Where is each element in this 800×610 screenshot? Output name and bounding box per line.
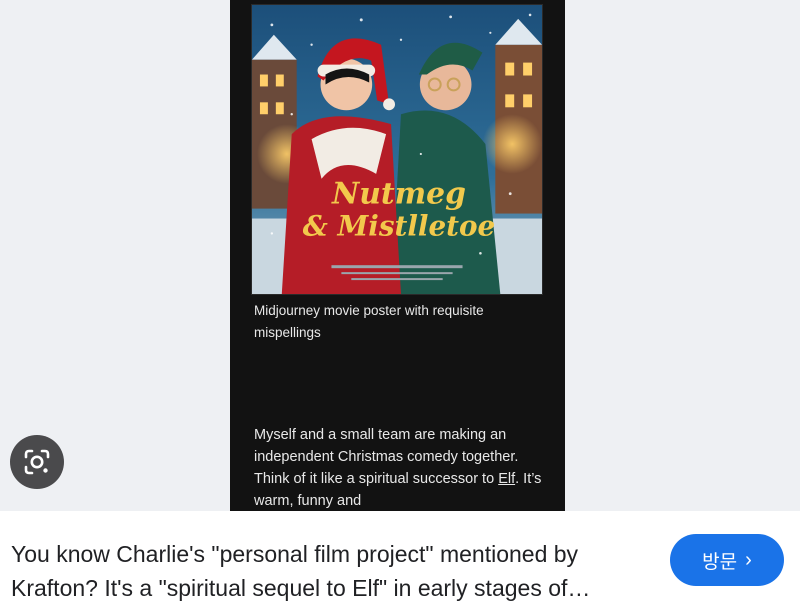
- google-lens-icon: [24, 449, 50, 475]
- screenshot-image[interactable]: Nutmeg & Mistlletoe Midjourney movie pos…: [230, 0, 565, 511]
- image-caption: Midjourney movie poster with requisite m…: [254, 303, 484, 340]
- movie-poster-image: Nutmeg & Mistlletoe: [251, 4, 543, 295]
- poster-title-line1: Nutmeg: [331, 177, 466, 212]
- article-body: Myself and a small team are making an in…: [254, 424, 549, 511]
- poster-title-line2: & Mistlletoe: [303, 209, 495, 242]
- elf-link[interactable]: Elf: [498, 471, 515, 487]
- article-body-text: Myself and a small team are making an in…: [254, 427, 519, 487]
- google-lens-button[interactable]: [10, 435, 64, 489]
- result-headline[interactable]: You know Charlie's "personal film projec…: [11, 537, 641, 605]
- image-viewer: Nutmeg & Mistlletoe Midjourney movie pos…: [0, 0, 800, 511]
- result-footer: You know Charlie's "personal film projec…: [0, 511, 800, 610]
- visit-button[interactable]: 방문 ›: [670, 534, 784, 586]
- chevron-right-icon: ›: [745, 549, 752, 571]
- visit-button-label: 방문: [702, 551, 738, 573]
